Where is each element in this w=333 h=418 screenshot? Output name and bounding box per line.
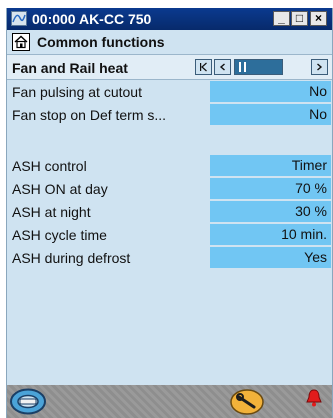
- minimize-button[interactable]: _: [273, 11, 290, 26]
- parameter-value[interactable]: 70 %: [210, 178, 331, 199]
- nav-first-button[interactable]: [195, 59, 212, 75]
- parameter-label: ASH ON at day: [12, 181, 108, 197]
- next-page-icon: [317, 63, 323, 71]
- parameter-value[interactable]: 30 %: [210, 201, 331, 222]
- parameter-value[interactable]: 10 min.: [210, 224, 331, 245]
- page-bar: [239, 62, 241, 72]
- wrench-icon[interactable]: [230, 389, 264, 415]
- home-button[interactable]: [12, 33, 30, 51]
- parameter-label: Fan pulsing at cutout: [12, 84, 142, 100]
- parameter-label: ASH control: [12, 158, 87, 174]
- parameter-value[interactable]: Yes: [210, 247, 331, 268]
- list-item[interactable]: Fan stop on Def term s... No: [7, 103, 332, 126]
- maximize-button[interactable]: □: [291, 11, 308, 26]
- app-icon: [11, 11, 27, 26]
- title-bar[interactable]: 00:000 AK-CC 750 _ □ ×: [7, 8, 332, 30]
- list-item[interactable]: ASH ON at day 70 %: [7, 177, 332, 200]
- list-item[interactable]: ASH at night 30 %: [7, 200, 332, 223]
- list-item[interactable]: ASH cycle time 10 min.: [7, 223, 332, 246]
- page-bar: [244, 62, 246, 72]
- parameter-label: Fan stop on Def term s...: [12, 107, 167, 123]
- parameter-value[interactable]: No: [210, 81, 331, 102]
- section-title: Fan and Rail heat: [12, 60, 128, 76]
- parameter-value[interactable]: Timer: [210, 155, 331, 176]
- section-header: Fan and Rail heat: [7, 55, 332, 80]
- list-item[interactable]: ASH during defrost Yes: [7, 246, 332, 269]
- home-icon: [14, 35, 28, 49]
- parameter-value[interactable]: No: [210, 104, 331, 125]
- footer-toolbar: [7, 385, 332, 418]
- screen-header: Common functions: [7, 30, 332, 55]
- page-scroll-indicator[interactable]: [234, 59, 283, 75]
- nav-prev-button[interactable]: [214, 59, 231, 75]
- alarm-bell-icon[interactable]: [303, 387, 325, 409]
- parameter-label: ASH during defrost: [12, 250, 131, 266]
- prev-page-icon: [219, 63, 225, 71]
- parameter-label: ASH cycle time: [12, 227, 107, 243]
- app-window: 00:000 AK-CC 750 _ □ × Common functions …: [6, 8, 333, 418]
- parameter-list: Fan pulsing at cutout No Fan stop on Def…: [7, 80, 332, 269]
- list-item[interactable]: Fan pulsing at cutout No: [7, 80, 332, 103]
- parameter-label: ASH at night: [12, 204, 91, 220]
- first-page-icon: [200, 62, 207, 72]
- page-title: Common functions: [37, 34, 165, 50]
- close-button[interactable]: ×: [310, 11, 327, 26]
- nav-next-button[interactable]: [311, 59, 328, 75]
- disc-icon[interactable]: [9, 388, 47, 415]
- list-item[interactable]: ASH control Timer: [7, 154, 332, 177]
- window-title: 00:000 AK-CC 750: [32, 11, 152, 27]
